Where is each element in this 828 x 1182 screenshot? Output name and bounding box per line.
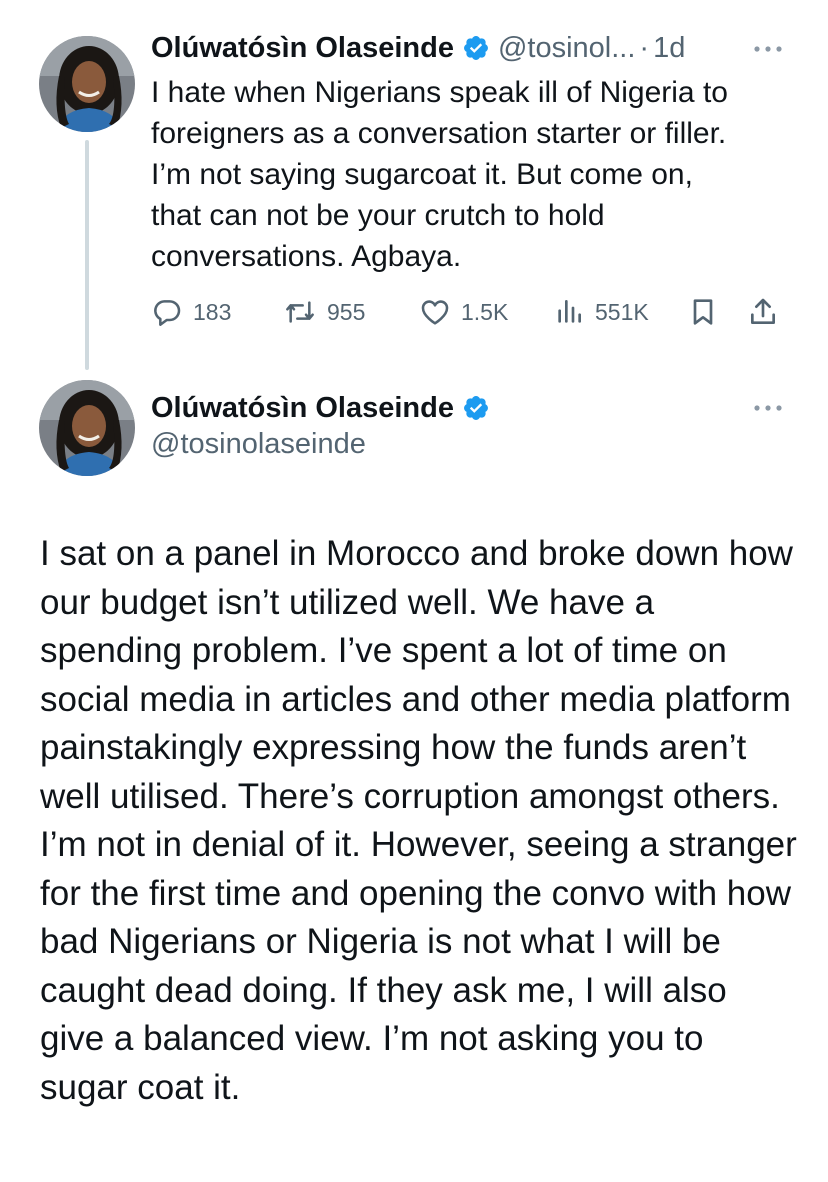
verified-badge-icon [464, 396, 488, 420]
tweet1-handle[interactable]: @tosinol... [498, 32, 635, 65]
tweet1-text: I hate when Nigerians speak ill of Niger… [151, 76, 728, 273]
bookmark-button[interactable] [687, 292, 729, 332]
verified-badge-icon [464, 36, 488, 60]
tweet1-separator: · [639, 31, 650, 64]
repost-icon [286, 301, 314, 323]
tweet2-text: I sat on a panel in Morocco and broke do… [40, 534, 797, 1107]
more-options-icon[interactable] [752, 403, 784, 413]
bookmark-icon [693, 299, 713, 325]
thread-connector-line [85, 140, 89, 370]
tweet2-name-row: Olúwatósìn Olaseinde [151, 388, 490, 428]
reply-button[interactable]: 183 [151, 292, 231, 332]
views-count: 551K [595, 298, 649, 325]
tweet1-header: Olúwatósìn Olaseinde @tosinol... · 1d [151, 28, 791, 68]
views-chart-icon [558, 300, 581, 323]
avatar-photo-icon [39, 380, 135, 476]
share-button[interactable] [747, 292, 789, 332]
tweet1-avatar[interactable] [39, 36, 135, 132]
tweet2-display-name[interactable]: Olúwatósìn Olaseinde [151, 392, 454, 425]
tweet1-action-bar: 183 955 1.5K 551K [151, 292, 791, 332]
repost-count: 955 [327, 298, 366, 325]
share-icon [751, 298, 775, 324]
reply-icon [154, 300, 181, 326]
repost-button[interactable]: 955 [283, 292, 365, 332]
more-options-icon[interactable] [752, 44, 784, 54]
reply-count: 183 [193, 298, 232, 325]
tweet2-handle[interactable]: @tosinolaseinde [151, 428, 366, 461]
like-button[interactable]: 1.5K [419, 292, 508, 332]
views-button[interactable]: 551K [553, 292, 649, 332]
tweet1-display-name[interactable]: Olúwatósìn Olaseinde [151, 32, 454, 65]
like-count: 1.5K [461, 298, 509, 325]
tweet1-timestamp[interactable]: 1d [653, 32, 685, 65]
avatar-photo-icon [39, 36, 135, 132]
heart-icon [421, 300, 449, 325]
tweet2-avatar[interactable] [39, 380, 135, 476]
